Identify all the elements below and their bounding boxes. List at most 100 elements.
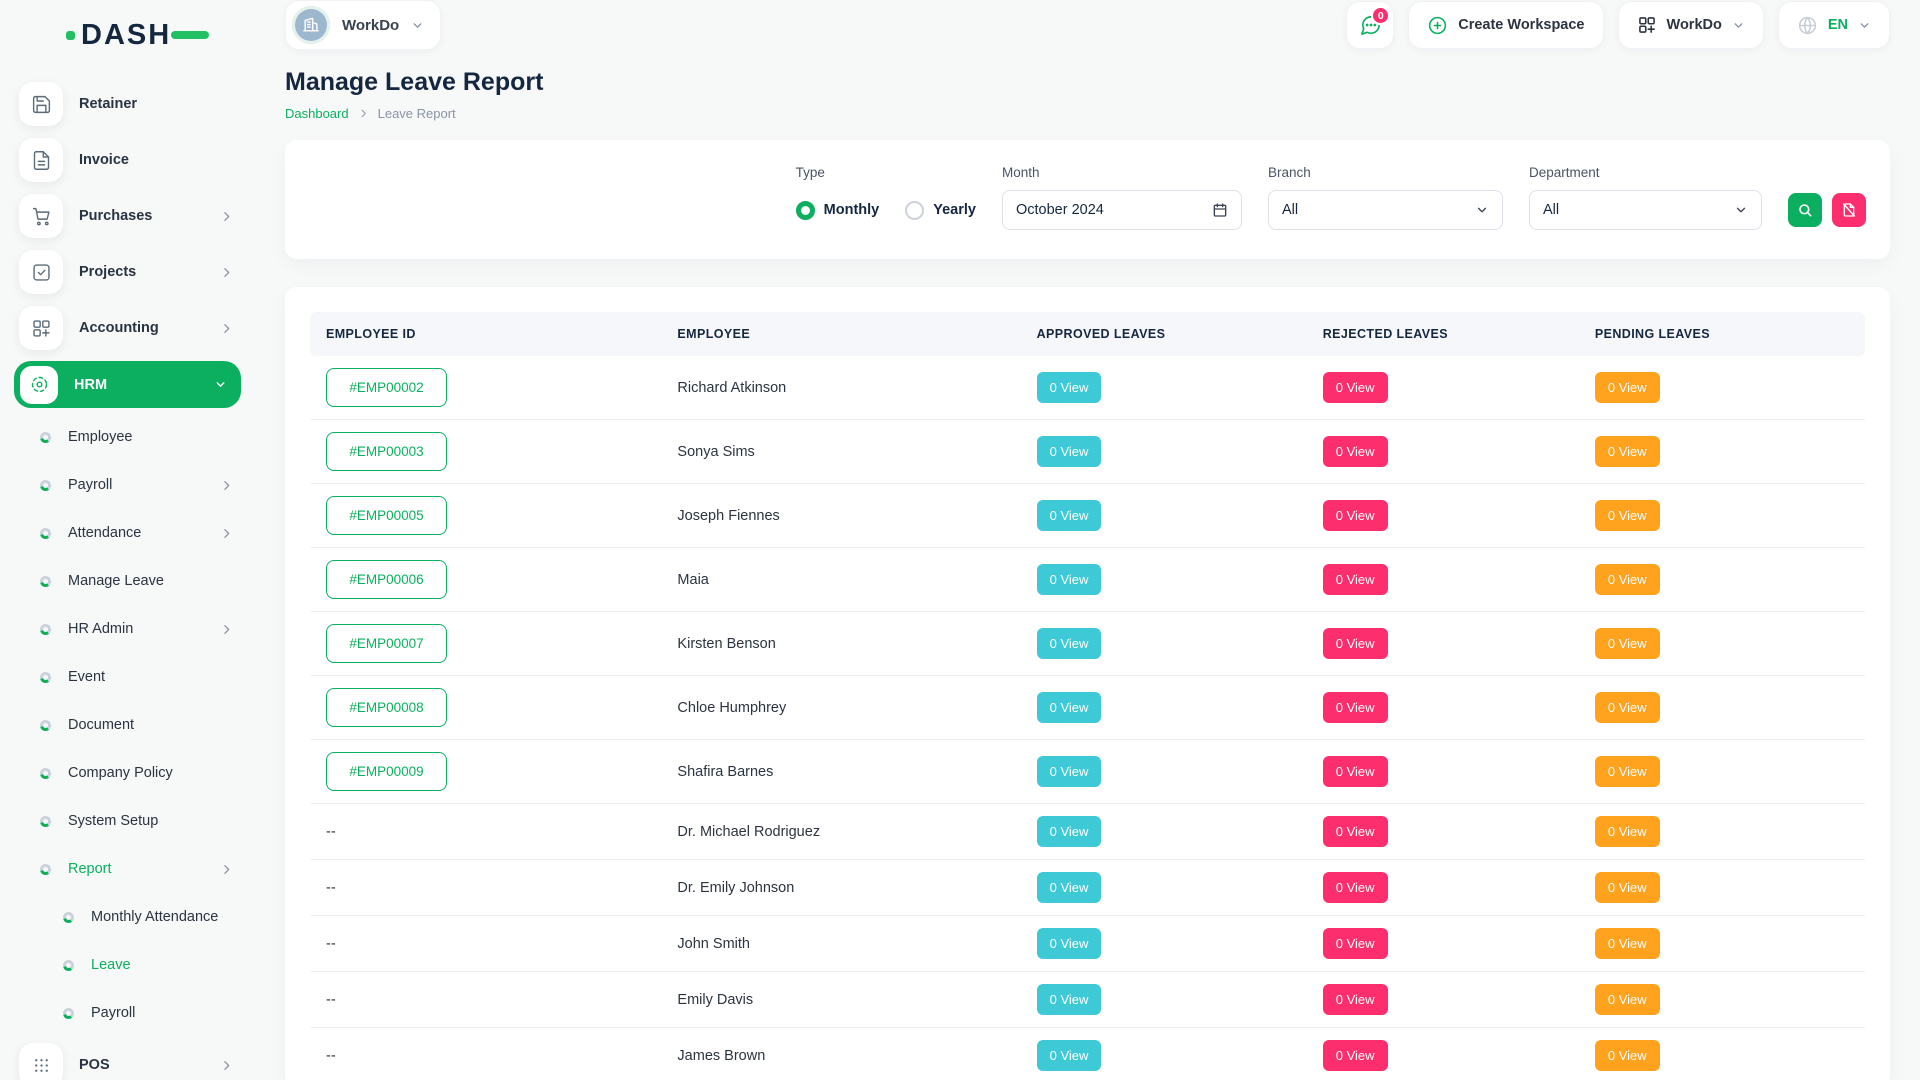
sidebar-item-system-setup[interactable]: System Setup [0,797,255,845]
pending-leaves-badge[interactable]: 0 View [1595,692,1660,723]
department-select[interactable]: All [1529,190,1762,230]
sidebar-item-leave[interactable]: Leave [0,941,255,989]
pending-leaves-cell: 0 View [1579,972,1865,1028]
column-header-pending-leaves: PENDING LEAVES [1579,312,1865,356]
sidebar-item-payroll[interactable]: Payroll [0,989,255,1037]
pending-leaves-badge[interactable]: 0 View [1595,372,1660,403]
content: Manage Leave Report Dashboard Leave Repo… [255,50,1920,1080]
workspace-selector[interactable]: WorkDo [285,0,441,50]
employee-id-pill[interactable]: #EMP00006 [326,560,447,599]
table-row: #EMP00002Richard Atkinson0 View0 View0 V… [310,356,1865,420]
pending-leaves-cell: 0 View [1579,740,1865,804]
sidebar-item-pos[interactable]: POS [0,1037,255,1080]
sidebar-item-payroll[interactable]: Payroll [0,461,255,509]
retainer-icon [19,82,63,126]
sidebar-item-monthly-attendance[interactable]: Monthly Attendance [0,893,255,941]
logo-text: DASH [81,19,171,52]
sidebar-item-hr-admin[interactable]: HR Admin [0,605,255,653]
sidebar-item-retainer[interactable]: Retainer [0,76,255,132]
language-button[interactable]: EN [1778,1,1890,49]
rejected-leaves-cell: 0 View [1307,420,1579,484]
pending-leaves-badge[interactable]: 0 View [1595,816,1660,847]
sidebar-item-document[interactable]: Document [0,701,255,749]
approved-leaves-badge[interactable]: 0 View [1037,816,1102,847]
rejected-leaves-badge[interactable]: 0 View [1323,564,1388,595]
employee-id-pill[interactable]: #EMP00007 [326,624,447,663]
branch-select[interactable]: All [1268,190,1503,230]
sidebar-item-label: Monthly Attendance [91,909,218,925]
sidebar-item-company-policy[interactable]: Company Policy [0,749,255,797]
rejected-leaves-badge[interactable]: 0 View [1323,692,1388,723]
approved-leaves-badge[interactable]: 0 View [1037,756,1102,787]
sidebar-item-event[interactable]: Event [0,653,255,701]
rejected-leaves-cell: 0 View [1307,740,1579,804]
radio-monthly[interactable]: Monthly [796,201,880,220]
approved-leaves-badge[interactable]: 0 View [1037,436,1102,467]
approved-leaves-badge[interactable]: 0 View [1037,628,1102,659]
approved-leaves-badge[interactable]: 0 View [1037,1040,1102,1071]
sidebar-item-manage-leave[interactable]: Manage Leave [0,557,255,605]
employee-id-pill[interactable]: #EMP00009 [326,752,447,791]
sidebar-item-report[interactable]: Report [0,845,255,893]
app-switcher-button[interactable]: WorkDo [1618,1,1764,49]
radio-yearly-label: Yearly [933,202,976,218]
rejected-leaves-badge[interactable]: 0 View [1323,756,1388,787]
table-row: #EMP00008Chloe Humphrey0 View0 View0 Vie… [310,676,1865,740]
pending-leaves-badge[interactable]: 0 View [1595,436,1660,467]
sidebar-item-hrm[interactable]: HRM [14,361,241,408]
reset-button[interactable] [1832,193,1866,227]
rejected-leaves-badge[interactable]: 0 View [1323,872,1388,903]
approved-leaves-badge[interactable]: 0 View [1037,984,1102,1015]
messages-button[interactable]: 0 [1346,1,1394,49]
rejected-leaves-badge[interactable]: 0 View [1323,816,1388,847]
pending-leaves-badge[interactable]: 0 View [1595,564,1660,595]
create-workspace-button[interactable]: Create Workspace [1408,1,1603,49]
rejected-leaves-badge[interactable]: 0 View [1323,628,1388,659]
rejected-leaves-badge[interactable]: 0 View [1323,984,1388,1015]
dash-logo[interactable]: DASH [66,19,209,52]
rejected-leaves-badge[interactable]: 0 View [1323,500,1388,531]
table-row: --Emily Davis0 View0 View0 View [310,972,1865,1028]
chevron-right-icon [220,527,233,540]
sidebar-item-purchases[interactable]: Purchases [0,188,255,244]
sidebar-item-employee[interactable]: Employee [0,413,255,461]
pending-leaves-cell: 0 View [1579,356,1865,420]
breadcrumb: Dashboard Leave Report [285,106,1890,121]
table-row: --James Brown0 View0 View0 View [310,1028,1865,1080]
approved-leaves-badge[interactable]: 0 View [1037,372,1102,403]
pending-leaves-badge[interactable]: 0 View [1595,872,1660,903]
month-input[interactable]: October 2024 [1002,190,1242,230]
approved-leaves-badge[interactable]: 0 View [1037,564,1102,595]
employee-id-pill[interactable]: #EMP00002 [326,368,447,407]
rejected-leaves-badge[interactable]: 0 View [1323,436,1388,467]
sidebar-item-attendance[interactable]: Attendance [0,509,255,557]
pending-leaves-badge[interactable]: 0 View [1595,756,1660,787]
rejected-leaves-badge[interactable]: 0 View [1323,372,1388,403]
sidebar-item-label: Leave [91,957,131,973]
pending-leaves-badge[interactable]: 0 View [1595,928,1660,959]
approved-leaves-badge[interactable]: 0 View [1037,500,1102,531]
sidebar-item-invoice[interactable]: Invoice [0,132,255,188]
approved-leaves-cell: 0 View [1021,1028,1307,1080]
approved-leaves-badge[interactable]: 0 View [1037,872,1102,903]
rejected-leaves-badge[interactable]: 0 View [1323,1040,1388,1071]
pending-leaves-badge[interactable]: 0 View [1595,1040,1660,1071]
sidebar-item-accounting[interactable]: Accounting [0,300,255,356]
approved-leaves-badge[interactable]: 0 View [1037,928,1102,959]
chevron-down-icon [1858,19,1871,32]
plus-circle-icon [1427,15,1448,36]
pending-leaves-badge[interactable]: 0 View [1595,500,1660,531]
employee-id-pill[interactable]: #EMP00008 [326,688,447,727]
search-button[interactable] [1788,193,1822,227]
pending-leaves-badge[interactable]: 0 View [1595,984,1660,1015]
pos-icon [19,1043,63,1080]
breadcrumb-dashboard-link[interactable]: Dashboard [285,106,349,121]
rejected-leaves-badge[interactable]: 0 View [1323,928,1388,959]
approved-leaves-badge[interactable]: 0 View [1037,692,1102,723]
radio-yearly[interactable]: Yearly [905,201,976,220]
pending-leaves-badge[interactable]: 0 View [1595,628,1660,659]
workspace-avatar [292,6,330,44]
employee-id-pill[interactable]: #EMP00003 [326,432,447,471]
sidebar-item-projects[interactable]: Projects [0,244,255,300]
employee-id-pill[interactable]: #EMP00005 [326,496,447,535]
